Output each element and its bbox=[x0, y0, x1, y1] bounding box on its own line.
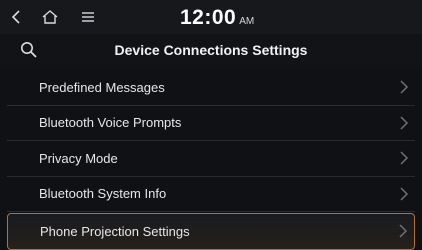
menu-item-phone-projection-settings[interactable]: Phone Projection Settings bbox=[7, 213, 415, 250]
menu-item-predefined-messages[interactable]: Predefined Messages bbox=[7, 70, 415, 106]
clock-ampm: AM bbox=[239, 16, 255, 27]
menu-icon[interactable] bbox=[78, 7, 98, 27]
menu-item-label: Bluetooth System Info bbox=[39, 186, 167, 202]
chevron-right-icon bbox=[399, 151, 409, 165]
settings-list: Predefined Messages Bluetooth Voice Prom… bbox=[0, 70, 422, 250]
menu-item-bluetooth-system-info[interactable]: Bluetooth System Info bbox=[7, 177, 415, 212]
chevron-right-icon bbox=[399, 187, 409, 201]
menu-item-bluetooth-voice-prompts[interactable]: Bluetooth Voice Prompts bbox=[7, 106, 415, 141]
menu-item-label: Phone Projection Settings bbox=[40, 223, 190, 239]
chevron-right-icon bbox=[399, 116, 409, 130]
menu-item-label: Bluetooth Voice Prompts bbox=[39, 115, 182, 131]
home-icon[interactable] bbox=[40, 7, 60, 27]
clock: 12:00 AM bbox=[180, 6, 254, 32]
page-title: Device Connections Settings bbox=[114, 42, 308, 58]
status-bar: 12:00 AM bbox=[0, 0, 422, 34]
back-icon[interactable] bbox=[6, 7, 26, 27]
menu-item-label: Privacy Mode bbox=[39, 150, 118, 166]
chevron-right-icon bbox=[398, 224, 408, 238]
clock-time: 12:00 bbox=[180, 6, 237, 29]
menu-item-privacy-mode[interactable]: Privacy Mode bbox=[7, 141, 415, 177]
chevron-right-icon bbox=[399, 80, 409, 94]
menu-item-label: Predefined Messages bbox=[39, 79, 165, 95]
